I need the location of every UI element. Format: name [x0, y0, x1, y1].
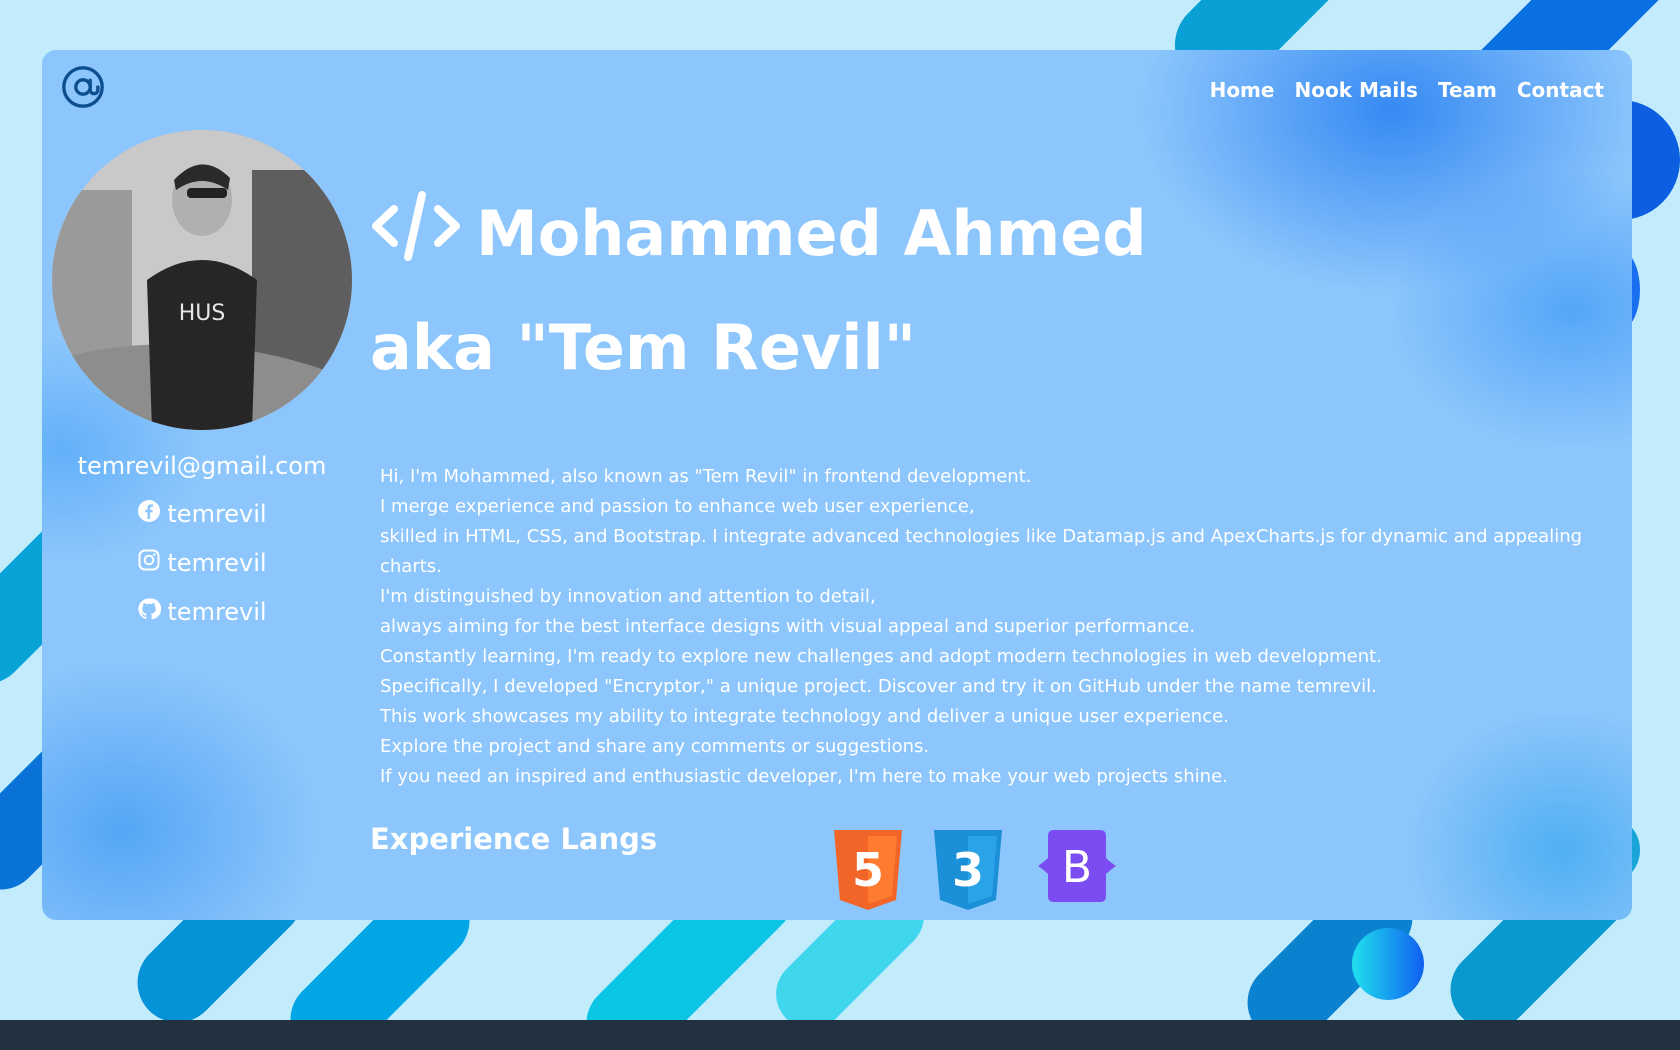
avatar: HUS — [52, 130, 352, 430]
html5-label: 5 — [852, 843, 884, 897]
bio-text: Hi, I'm Mohammed, also known as "Tem Rev… — [380, 462, 1620, 792]
bio-line: Hi, I'm Mohammed, also known as "Tem Rev… — [380, 466, 1032, 487]
bootstrap-icon: B — [1032, 830, 1122, 906]
instagram-icon — [137, 548, 161, 578]
title-name: Mohammed Ahmed — [476, 197, 1147, 270]
contact-info: temrevil@gmail.com temrevil temrevil tem… — [42, 452, 362, 645]
nav-contact[interactable]: Contact — [1517, 78, 1604, 102]
bio-line: Constantly learning, I'm ready to explor… — [380, 646, 1382, 667]
bio-line: Explore the project and share any commen… — [380, 736, 930, 757]
nav-nook-mails[interactable]: Nook Mails — [1294, 78, 1418, 102]
github-icon — [137, 597, 162, 627]
page-title: Mohammed Ahmed aka "Tem Revil" — [370, 180, 1147, 402]
facebook-icon — [137, 499, 161, 529]
instagram-handle: temrevil — [167, 549, 267, 577]
bio-line: I merge experience and passion to enhanc… — [380, 496, 975, 517]
github-handle: temrevil — [167, 598, 267, 626]
title-alias: aka "Tem Revil" — [370, 311, 917, 384]
svg-text:HUS: HUS — [179, 301, 226, 326]
at-sign-icon[interactable] — [60, 64, 106, 110]
experience-icons: 5 3 B — [832, 830, 1122, 914]
bg-shape — [1352, 928, 1424, 1000]
facebook-handle: temrevil — [167, 500, 267, 528]
css3-label: 3 — [952, 843, 984, 897]
footer-bar — [0, 1020, 1680, 1050]
social-facebook[interactable]: temrevil — [42, 498, 362, 530]
nav-home[interactable]: Home — [1210, 78, 1275, 102]
experience-title: Experience Langs — [370, 822, 658, 856]
html5-icon: 5 — [832, 830, 904, 914]
main-nav: Home Nook Mails Team Contact — [1210, 78, 1604, 102]
css3-icon: 3 — [932, 830, 1004, 914]
profile-card: Home Nook Mails Team Contact HUS temrevi… — [42, 50, 1632, 920]
bio-line: skilled in HTML, CSS, and Bootstrap. I i… — [380, 526, 1583, 577]
social-github[interactable]: temrevil — [42, 596, 362, 628]
bio-line: Specifically, I developed "Encryptor," a… — [380, 676, 1377, 697]
bio-line: This work showcases my ability to integr… — [380, 706, 1229, 727]
bootstrap-label: B — [1062, 842, 1092, 893]
bio-line: I'm distinguished by innovation and atte… — [380, 586, 876, 607]
social-instagram[interactable]: temrevil — [42, 547, 362, 579]
nav-team[interactable]: Team — [1438, 78, 1497, 102]
email-link[interactable]: temrevil@gmail.com — [42, 452, 362, 480]
code-icon — [370, 186, 462, 294]
bio-line: If you need an inspired and enthusiastic… — [380, 766, 1228, 787]
bio-line: always aiming for the best interface des… — [380, 616, 1196, 637]
